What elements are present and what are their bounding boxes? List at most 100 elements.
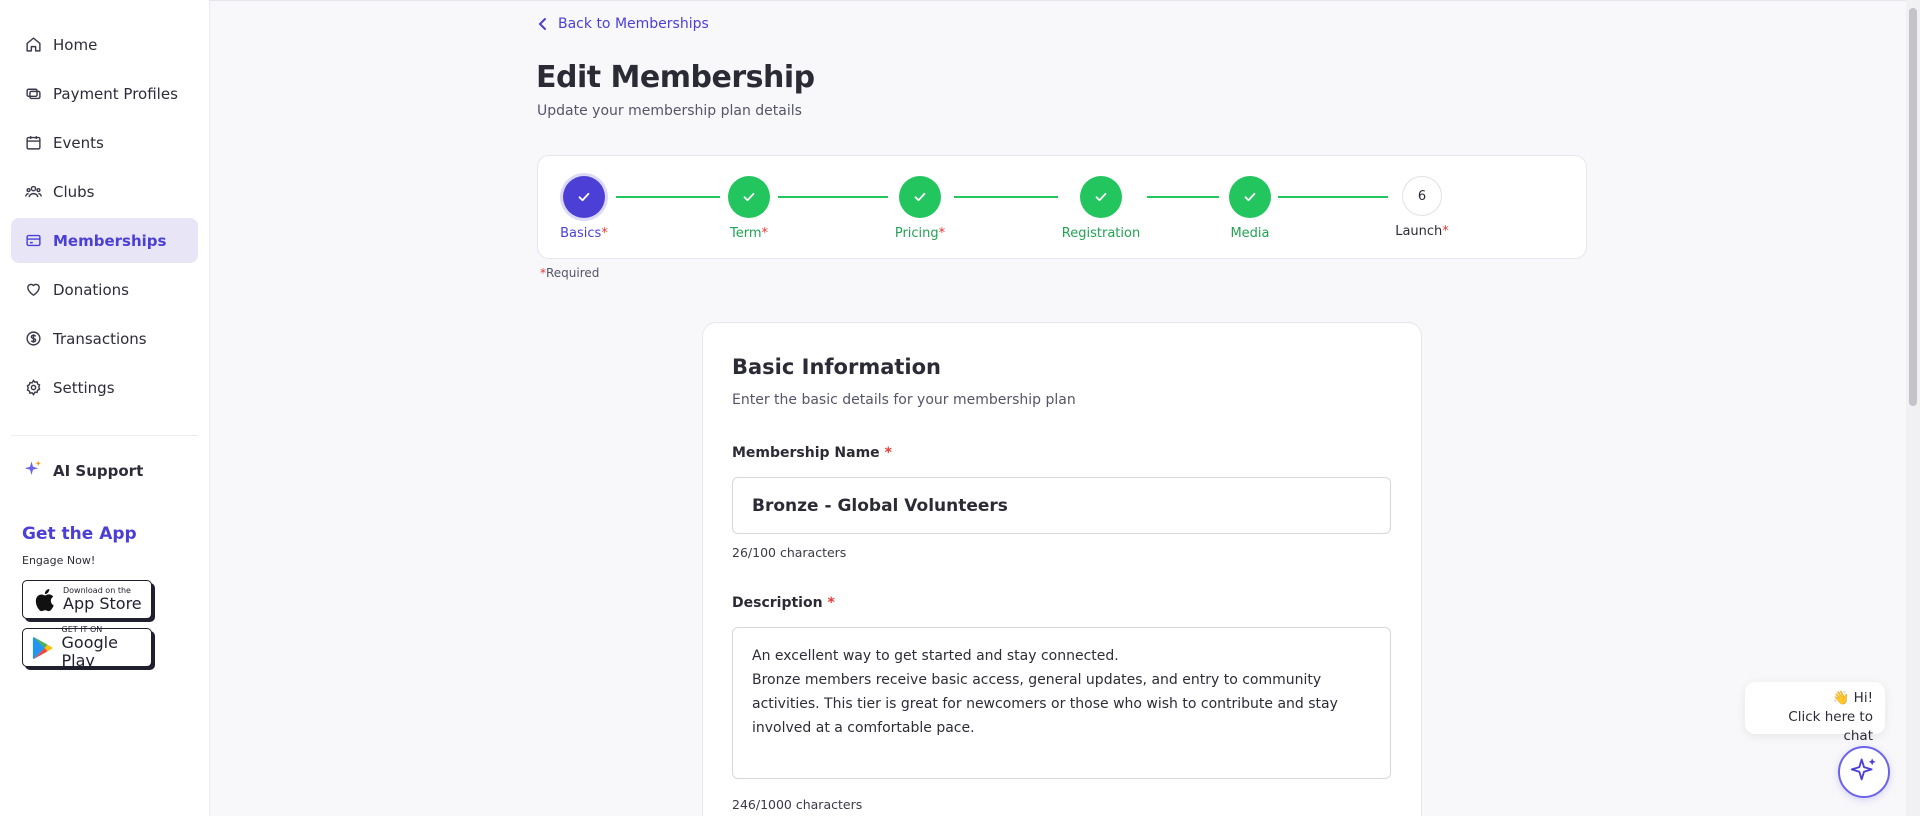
check-icon: [1080, 176, 1122, 218]
check-icon: [1229, 176, 1271, 218]
step-label: Basics*: [560, 226, 608, 241]
sparkle-icon: [1850, 756, 1878, 788]
step-label-text: Launch: [1395, 224, 1443, 239]
google-play-big-text: Google Play: [61, 633, 118, 670]
dollar-icon: [24, 330, 42, 348]
step-label-text: Basics: [560, 226, 602, 241]
required-star: *: [1442, 224, 1449, 239]
calendar-icon: [24, 134, 42, 152]
step-label-text: Media: [1230, 226, 1270, 241]
back-link-label: Back to Memberships: [558, 16, 709, 32]
back-to-memberships-link[interactable]: Back to Memberships: [538, 16, 709, 32]
sidebar-item-events[interactable]: Events: [11, 120, 198, 165]
sidebar-item-donations[interactable]: Donations: [11, 267, 198, 312]
google-play-button[interactable]: GET IT ON Google Play: [22, 625, 152, 670]
step-label-text: Registration: [1061, 226, 1141, 241]
description-line: involved at a comfortable pace.: [752, 720, 975, 736]
required-star: *: [827, 595, 835, 611]
membership-name-counter: 26/100 characters: [732, 545, 847, 560]
sidebar-item-label: Settings: [53, 378, 115, 397]
step-label: Pricing*: [895, 226, 945, 241]
sidebar-item-label: Transactions: [53, 329, 147, 348]
required-note: *Required: [540, 266, 599, 280]
step-label: Term*: [730, 226, 768, 241]
payment-icon: [24, 85, 42, 103]
ai-support-link[interactable]: AI Support: [24, 460, 209, 482]
required-note-text: Required: [546, 266, 600, 280]
step-label: Registration: [1062, 226, 1140, 241]
step-label-text: Term: [729, 226, 762, 241]
app-store-text: Download on the App Store: [63, 586, 142, 613]
step-registration[interactable]: Registration: [1041, 176, 1161, 241]
sparkle-icon: [24, 460, 42, 482]
step-label-text: Pricing: [894, 226, 939, 241]
chat-launcher-button[interactable]: [1838, 746, 1890, 798]
required-star: *: [761, 226, 769, 241]
description-label-text: Description: [732, 595, 823, 611]
sidebar-item-payment-profiles[interactable]: Payment Profiles: [11, 71, 198, 116]
chat-greeting-line: 👋 Hi!: [1757, 689, 1873, 708]
step-media[interactable]: Media: [1190, 176, 1310, 241]
membership-name-label-text: Membership Name: [732, 445, 880, 461]
card-title: Basic Information: [732, 355, 941, 379]
gear-icon: [24, 379, 42, 397]
basic-information-card: Basic Information Enter the basic detail…: [702, 322, 1422, 816]
chat-greeting-text: Hi!: [1853, 690, 1873, 706]
sidebar-item-label: Events: [53, 133, 104, 152]
sidebar-item-memberships[interactable]: Memberships: [11, 218, 198, 263]
sidebar-item-label: Payment Profiles: [53, 84, 178, 103]
scrollbar-thumb[interactable]: [1909, 8, 1917, 406]
card-subtitle: Enter the basic details for your members…: [732, 392, 1076, 408]
sidebar-item-label: Donations: [53, 280, 129, 299]
wave-icon: 👋: [1832, 690, 1850, 706]
get-app-section: Get the App Engage Now! Download on the …: [22, 524, 209, 670]
sidebar-item-settings[interactable]: Settings: [11, 365, 198, 410]
membership-name-input[interactable]: Bronze - Global Volunteers: [732, 477, 1391, 534]
page-title: Edit Membership: [536, 60, 815, 95]
step-term[interactable]: Term*: [689, 176, 809, 241]
sidebar-item-label: Memberships: [53, 231, 167, 250]
top-border: [210, 0, 1910, 1]
step-launch[interactable]: 6 Launch*: [1362, 176, 1482, 239]
step-pricing[interactable]: Pricing*: [860, 176, 980, 241]
sidebar-nav: Home Payment Profiles Events Clubs Membe…: [0, 0, 209, 410]
chat-greeting-bubble[interactable]: 👋 Hi! Click here to chat: [1745, 682, 1885, 744]
chevron-left-icon: [538, 17, 548, 31]
check-icon: [899, 176, 941, 218]
check-icon: [563, 176, 605, 218]
google-play-text: GET IT ON Google Play: [62, 625, 151, 670]
description-counter: 246/1000 characters: [732, 797, 863, 812]
description-textarea[interactable]: An excellent way to get started and stay…: [732, 627, 1391, 779]
step-number: 6: [1402, 176, 1442, 216]
sidebar-item-transactions[interactable]: Transactions: [11, 316, 198, 361]
step-basics[interactable]: Basics*: [524, 176, 644, 241]
get-app-subtitle: Engage Now!: [22, 554, 96, 567]
scrollbar-track[interactable]: [1906, 0, 1920, 816]
ai-support-label: AI Support: [53, 462, 144, 480]
step-label: Media: [1230, 226, 1269, 241]
sidebar-divider: [11, 435, 198, 436]
google-play-icon: [31, 635, 56, 661]
sidebar: Home Payment Profiles Events Clubs Membe…: [0, 0, 210, 816]
get-app-title: Get the App: [22, 524, 137, 544]
users-icon: [24, 183, 42, 201]
check-icon: [728, 176, 770, 218]
app-store-button[interactable]: Download on the App Store: [22, 580, 152, 619]
chat-prompt: Click here to chat: [1788, 709, 1873, 744]
progress-stepper: Basics* Term* Pricing* Registration Medi…: [537, 155, 1587, 259]
description-line: An excellent way to get started and stay…: [752, 648, 1119, 664]
required-star: *: [601, 226, 608, 241]
sidebar-item-label: Clubs: [53, 182, 95, 201]
description-label: Description *: [732, 595, 835, 611]
sidebar-item-label: Home: [53, 35, 98, 54]
description-line: activities. This tier is great for newco…: [752, 696, 1338, 712]
required-star: *: [938, 226, 946, 241]
sidebar-item-clubs[interactable]: Clubs: [11, 169, 198, 214]
home-icon: [24, 36, 42, 54]
sidebar-item-home[interactable]: Home: [11, 22, 198, 67]
description-line: Bronze members receive basic access, gen…: [752, 672, 1322, 688]
page-subtitle: Update your membership plan details: [537, 103, 802, 119]
heart-icon: [24, 281, 42, 299]
step-label: Launch*: [1395, 224, 1449, 239]
membership-name-label: Membership Name *: [732, 445, 892, 461]
